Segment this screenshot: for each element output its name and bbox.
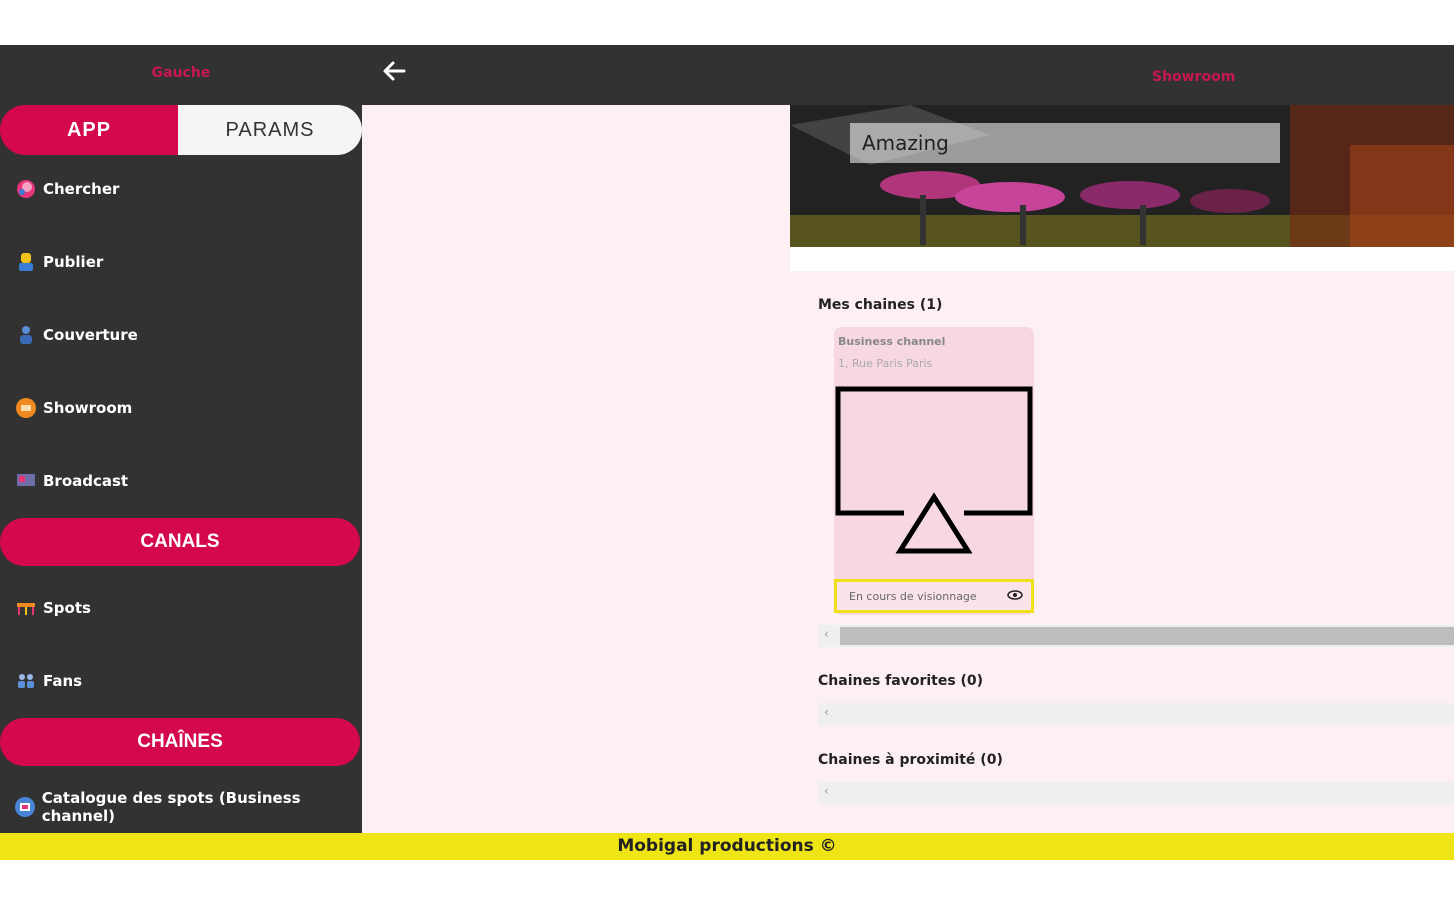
page-title: Showroom bbox=[1152, 69, 1236, 85]
chaines-button[interactable]: CHAÎNES bbox=[0, 718, 360, 766]
favorite-channels-title: Chaines favorites (0) bbox=[818, 673, 984, 689]
sidebar-item-catalogue[interactable]: Catalogue des spots (Business channel) bbox=[14, 789, 362, 825]
sidebar-item-label: Showroom bbox=[43, 399, 133, 417]
sidebar-tabs: APP PARAMS bbox=[0, 105, 362, 155]
nearby-channels-title: Chaines à proximité (0) bbox=[818, 752, 1003, 768]
tab-params[interactable]: PARAMS bbox=[178, 105, 362, 155]
sidebar-title: Gauche bbox=[151, 65, 211, 81]
sidebar-item-chercher[interactable]: Chercher bbox=[14, 175, 119, 203]
sidebar-item-broadcast[interactable]: Broadcast bbox=[14, 467, 128, 495]
eye-icon bbox=[1007, 589, 1023, 604]
sidebar-item-label: Fans bbox=[43, 672, 83, 690]
coverage-icon bbox=[14, 323, 38, 347]
showroom-icon bbox=[14, 396, 38, 420]
scroll-left-icon[interactable]: ‹ bbox=[824, 705, 829, 719]
my-channels-scrollbar[interactable]: ‹ bbox=[818, 625, 1454, 647]
banner-title: Amazing bbox=[850, 123, 1280, 163]
sidebar-item-publier[interactable]: Publier bbox=[14, 248, 103, 276]
catalog-icon bbox=[14, 795, 37, 819]
banner-divider bbox=[790, 247, 1454, 271]
search-icon bbox=[14, 177, 38, 201]
sidebar-item-label: Catalogue des spots (Business channel) bbox=[41, 789, 301, 825]
sidebar-item-label: Spots bbox=[43, 599, 91, 617]
sidebar-item-showroom[interactable]: Showroom bbox=[14, 394, 132, 422]
viewing-status: En cours de visionnage bbox=[834, 579, 1034, 613]
spots-icon bbox=[14, 596, 38, 620]
sidebar: Gauche APP PARAMS Chercher Publier Couve… bbox=[0, 45, 362, 833]
scroll-left-icon[interactable]: ‹ bbox=[824, 784, 829, 798]
sidebar-item-couverture[interactable]: Couverture bbox=[14, 321, 138, 349]
sidebar-item-label: Couverture bbox=[43, 326, 138, 344]
sidebar-item-label: Broadcast bbox=[43, 472, 129, 490]
favorites-scrollbar[interactable]: ‹ bbox=[818, 703, 1454, 725]
top-app-bar: Showroom bbox=[362, 45, 1454, 105]
viewing-status-text: En cours de visionnage bbox=[849, 589, 977, 603]
nearby-scrollbar[interactable]: ‹ bbox=[818, 782, 1454, 804]
fans-icon bbox=[14, 669, 38, 693]
channel-address: 1, Rue Paris Paris bbox=[838, 357, 933, 370]
showroom-banner: Amazing bbox=[790, 105, 1454, 247]
broadcast-icon bbox=[14, 469, 38, 493]
footer-bar: Mobigal productions © bbox=[0, 833, 1454, 860]
screen-cast-icon bbox=[835, 386, 1033, 554]
sidebar-item-label: Chercher bbox=[43, 180, 120, 198]
footer-text: Mobigal productions © bbox=[617, 836, 837, 856]
channel-card[interactable]: Business channel 1, Rue Paris Paris En c… bbox=[834, 327, 1034, 615]
sidebar-item-label: Publier bbox=[43, 253, 104, 271]
scroll-left-icon[interactable]: ‹ bbox=[824, 627, 829, 641]
sidebar-item-spots[interactable]: Spots bbox=[14, 594, 91, 622]
channel-name: Business channel bbox=[838, 335, 946, 348]
sidebar-item-fans[interactable]: Fans bbox=[14, 667, 82, 695]
tab-app[interactable]: APP bbox=[0, 105, 178, 155]
canals-button[interactable]: CANALS bbox=[0, 518, 360, 566]
app-window: Gauche APP PARAMS Chercher Publier Couve… bbox=[0, 45, 1454, 860]
scrollbar-thumb[interactable] bbox=[840, 627, 1454, 645]
publish-icon bbox=[14, 250, 38, 274]
back-arrow-icon[interactable] bbox=[380, 57, 412, 89]
my-channels-title: Mes chaines (1) bbox=[818, 297, 943, 313]
